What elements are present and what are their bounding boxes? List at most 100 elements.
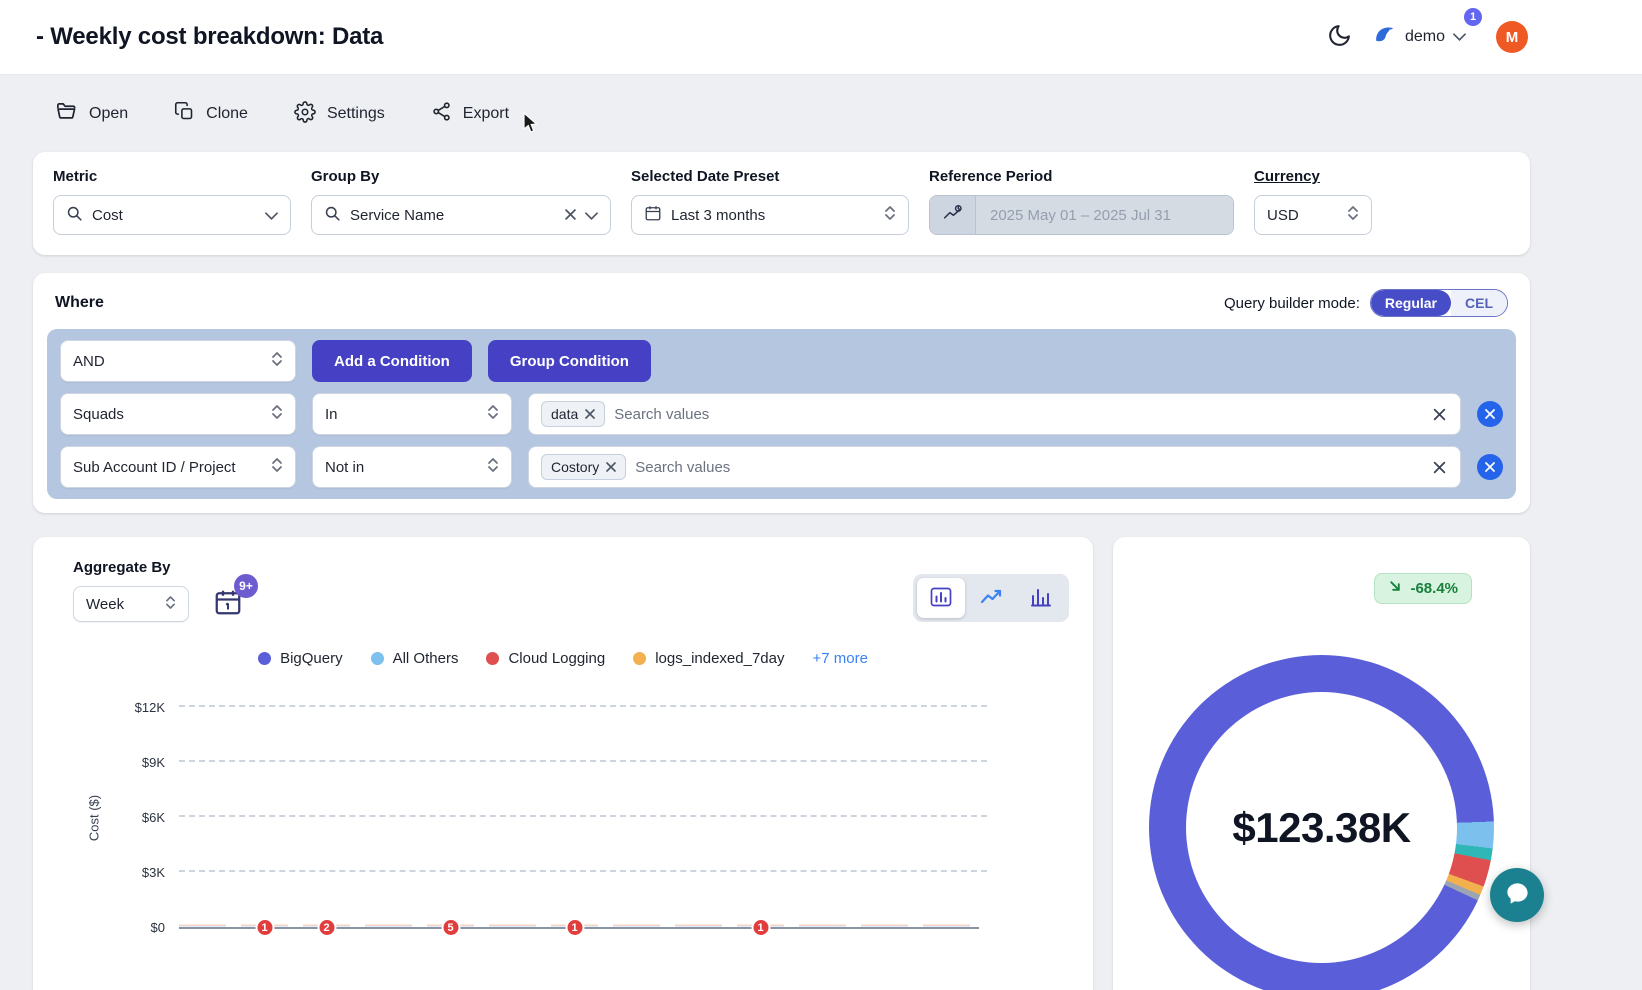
open-button[interactable]: Open — [55, 100, 128, 128]
anomaly-badge[interactable]: 5 — [441, 918, 460, 937]
moon-icon — [1327, 23, 1352, 51]
clone-label: Clone — [206, 105, 248, 122]
mode-cel[interactable]: CEL — [1451, 290, 1507, 316]
stacked-bar[interactable] — [799, 923, 846, 927]
legend-more-link[interactable]: +7 more — [812, 650, 867, 667]
chat-launcher-button[interactable] — [1490, 868, 1544, 922]
anomaly-badge[interactable]: 1 — [565, 918, 584, 937]
search-values-input[interactable] — [635, 458, 1422, 476]
line-chart-icon — [979, 585, 1003, 612]
metric-select[interactable]: Cost — [53, 195, 291, 235]
gridline — [179, 815, 987, 817]
avatar[interactable]: M — [1496, 21, 1528, 53]
clear-values-button[interactable] — [1431, 406, 1448, 423]
donut-total: $123.38K — [1232, 803, 1411, 851]
settings-button[interactable]: Settings — [294, 100, 385, 128]
chevron-updown-icon — [487, 456, 499, 478]
legend-item-bigquery[interactable]: BigQuery — [258, 650, 343, 667]
calendar-icon — [644, 204, 662, 226]
y-tick-label: $12K — [134, 700, 165, 715]
chat-bubble-icon — [1504, 880, 1531, 910]
date-preset-label: Selected Date Preset — [631, 168, 780, 185]
top-bar-actions: demo 1 M — [1327, 8, 1528, 58]
donut-chart[interactable]: $123.38K — [1149, 655, 1494, 990]
currency-label: Currency — [1254, 168, 1320, 185]
condition-panel: AND Add a Condition Group Condition Squa… — [47, 329, 1516, 499]
reference-period-value: 2025 May 01 – 2025 Jul 31 — [976, 196, 1233, 234]
value-chip-label: data — [551, 406, 579, 422]
remove-condition-button[interactable] — [1477, 401, 1503, 427]
donut-chart-card: -68.4% $123.38K — [1113, 537, 1530, 990]
condition-field-select[interactable]: Sub Account ID / Project — [60, 446, 296, 488]
logical-operator-select[interactable]: AND — [60, 340, 296, 382]
stacked-bar[interactable] — [923, 923, 970, 927]
legend-item-logs-indexed[interactable]: logs_indexed_7day — [633, 650, 784, 667]
group-by-filter: Group By Service Name — [311, 168, 611, 235]
condition-field-select[interactable]: Squads — [60, 393, 296, 435]
clone-button[interactable]: Clone — [174, 100, 248, 128]
aggregate-select[interactable]: Week — [73, 586, 189, 622]
workspace-name: demo — [1404, 28, 1445, 45]
search-icon — [66, 205, 83, 226]
stacked-bar[interactable] — [365, 923, 412, 927]
chip-remove-button[interactable] — [585, 409, 596, 419]
notification-badge[interactable]: 1 — [1464, 8, 1482, 26]
chip-remove-button[interactable] — [606, 462, 617, 472]
line-chart-type-button[interactable] — [967, 578, 1015, 618]
where-title: Where — [55, 294, 104, 311]
open-label: Open — [89, 105, 129, 122]
arrow-down-right-icon — [1388, 579, 1403, 598]
histogram-chart-type-button[interactable] — [1017, 578, 1065, 618]
gridline — [179, 760, 987, 762]
chevron-updown-icon — [271, 350, 283, 372]
add-condition-button[interactable]: Add a Condition — [312, 340, 472, 382]
reference-period-control: 2025 May 01 – 2025 Jul 31 — [929, 195, 1234, 235]
legend-label: BigQuery — [280, 650, 343, 667]
aggregate-value: Week — [86, 595, 125, 613]
anomaly-badge[interactable]: 1 — [751, 918, 770, 937]
legend-label: Cloud Logging — [508, 650, 606, 667]
group-by-value: Service Name — [350, 206, 445, 224]
legend-item-all-others[interactable]: All Others — [370, 650, 458, 667]
legend-dot — [633, 652, 647, 665]
export-button[interactable]: Export — [431, 100, 509, 128]
stacked-bar[interactable] — [613, 923, 660, 927]
stacked-bar[interactable] — [675, 923, 722, 927]
condition-values-input-wrap: Costory — [528, 446, 1461, 488]
stacked-bar[interactable] — [179, 923, 226, 927]
group-by-select[interactable]: Service Name — [311, 195, 611, 235]
group-condition-button[interactable]: Group Condition — [487, 340, 651, 382]
stacked-bar[interactable] — [489, 923, 536, 927]
clear-icon[interactable] — [565, 207, 576, 224]
gridline — [179, 705, 987, 707]
dark-mode-toggle[interactable] — [1327, 23, 1352, 51]
y-tick-label: $0 — [150, 920, 165, 935]
where-builder: Where Query builder mode: Regular CEL AN… — [33, 273, 1530, 513]
reference-period-filter: Reference Period 2025 May 01 – 2025 Jul … — [929, 168, 1234, 235]
search-values-input[interactable] — [614, 405, 1422, 423]
condition-operator-value: Not in — [325, 458, 365, 476]
bar-chart-type-button[interactable] — [917, 578, 965, 618]
bar-chart-card: Aggregate By Week 9+ BigQuery All Others… — [33, 537, 1093, 990]
value-chip: data — [541, 401, 606, 427]
reference-trend-button[interactable] — [930, 196, 976, 234]
mode-regular[interactable]: Regular — [1370, 290, 1451, 316]
legend-item-cloud-logging[interactable]: Cloud Logging — [486, 650, 605, 667]
clear-values-button[interactable] — [1431, 459, 1448, 476]
currency-select[interactable]: USD — [1254, 195, 1372, 235]
condition-operator-select[interactable]: In — [312, 393, 512, 435]
chevron-down-icon — [265, 207, 278, 224]
gear-icon — [294, 100, 316, 128]
condition-operator-select[interactable]: Not in — [312, 446, 512, 488]
anomaly-badge[interactable]: 2 — [317, 918, 336, 937]
legend-dot — [370, 652, 384, 665]
report-toolbar: Open Clone Settings Export — [55, 100, 1642, 128]
date-preset-select[interactable]: Last 3 months — [631, 195, 909, 235]
anomaly-calendar-button[interactable]: 9+ — [213, 573, 258, 622]
stacked-bar[interactable] — [861, 923, 908, 927]
bar-segment — [799, 926, 846, 927]
page-title: - Weekly cost breakdown: Data — [36, 23, 384, 50]
anomaly-badge[interactable]: 1 — [255, 918, 274, 937]
remove-condition-button[interactable] — [1477, 454, 1503, 480]
workspace-menu[interactable]: demo 1 — [1372, 8, 1482, 58]
